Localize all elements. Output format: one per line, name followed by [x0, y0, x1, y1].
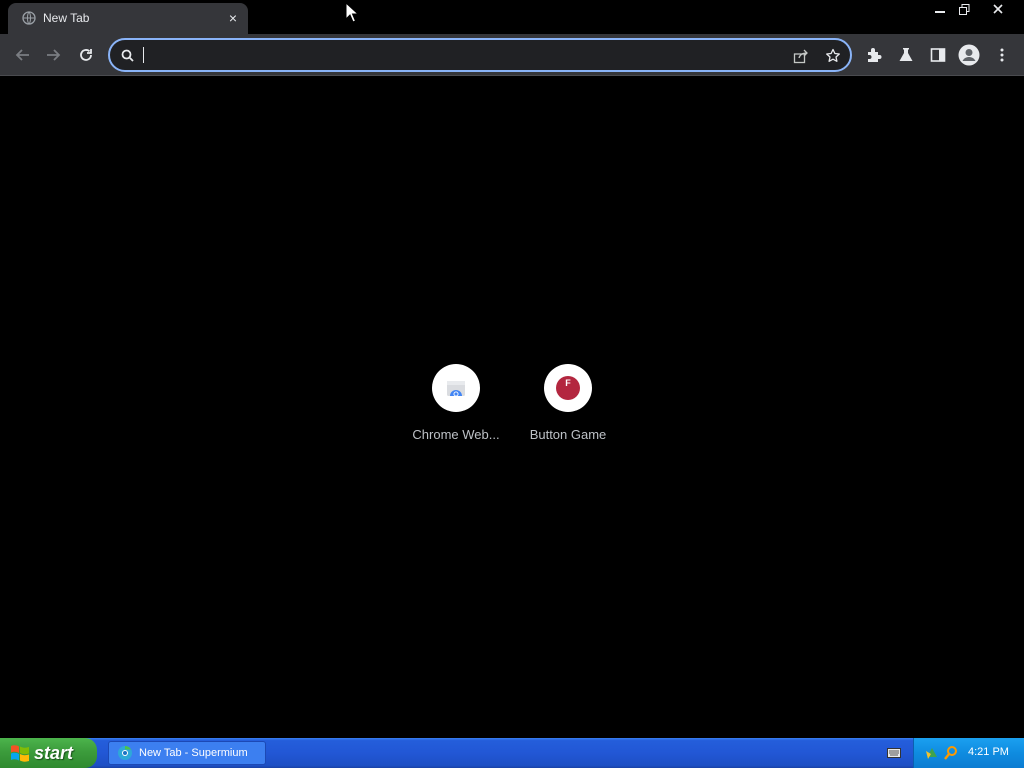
tab-close-icon[interactable]: × — [224, 9, 242, 27]
tab-new-tab[interactable]: New Tab × — [8, 3, 248, 34]
new-tab-page: Chrome Web... F Button Game — [0, 77, 1024, 738]
tab-strip: New Tab × — [0, 0, 1024, 34]
side-panel-icon[interactable] — [927, 44, 949, 66]
start-button[interactable]: start — [0, 738, 97, 768]
windows-logo-icon — [11, 745, 29, 762]
reload-icon — [80, 49, 92, 61]
button-game-glyph: F — [565, 378, 571, 388]
forward-button[interactable] — [41, 42, 67, 68]
button-game-icon: F — [544, 364, 592, 412]
tab-title: New Tab — [43, 11, 90, 25]
back-button[interactable] — [9, 42, 35, 68]
browser-toolbar — [0, 34, 1024, 76]
text-caret — [143, 47, 144, 63]
screen: New Tab × Chrome Web... F Button Game st… — [0, 0, 1024, 768]
menu-icon[interactable] — [991, 44, 1013, 66]
shortcut-label: Chrome Web... — [412, 427, 500, 442]
address-input[interactable] — [142, 44, 782, 66]
share-icon[interactable] — [792, 47, 810, 65]
extensions-icon[interactable] — [863, 44, 885, 66]
network-icon[interactable] — [924, 745, 940, 761]
chrome-web-store-icon — [432, 364, 480, 412]
keyboard-icon[interactable] — [887, 747, 901, 759]
profile-icon[interactable] — [958, 44, 980, 66]
clock: 4:21 PM — [968, 746, 1009, 758]
taskbar: start New Tab - Supermium 4:21 PM — [0, 738, 1024, 768]
taskbar-item-supermium[interactable]: New Tab - Supermium — [108, 741, 266, 765]
mouse-cursor-icon — [345, 2, 359, 23]
arrow-left-icon — [15, 49, 29, 61]
globe-icon — [22, 11, 36, 25]
search-tray-icon[interactable] — [943, 745, 959, 761]
supermium-icon — [118, 746, 132, 760]
search-icon — [121, 49, 134, 62]
star-icon[interactable] — [824, 47, 842, 65]
shortcut-label: Button Game — [529, 427, 607, 442]
labs-icon[interactable] — [895, 44, 917, 66]
taskbar-item-label: New Tab - Supermium — [139, 747, 248, 759]
arrow-right-icon — [47, 49, 61, 61]
reload-button[interactable] — [73, 42, 99, 68]
minimize-icon[interactable] — [928, 0, 952, 18]
address-bar[interactable] — [108, 38, 852, 72]
shortcut-button-game[interactable]: F Button Game — [512, 363, 624, 453]
close-icon[interactable] — [986, 0, 1010, 18]
system-tray: 4:21 PM — [913, 738, 1024, 768]
start-label: start — [34, 742, 74, 763]
shortcut-chrome-web-store[interactable]: Chrome Web... — [400, 363, 512, 453]
restore-icon[interactable] — [952, 0, 976, 18]
